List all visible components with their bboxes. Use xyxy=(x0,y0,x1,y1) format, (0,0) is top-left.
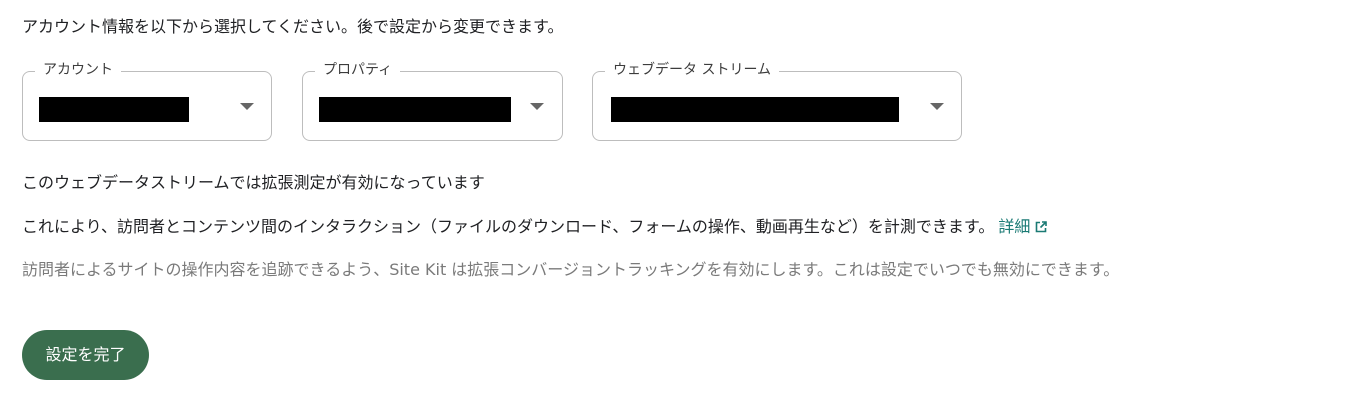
learn-more-link[interactable]: 詳細 xyxy=(998,217,1048,236)
chevron-down-icon[interactable] xyxy=(240,103,254,110)
complete-setup-button[interactable]: 設定を完了 xyxy=(22,330,149,380)
learn-more-label: 詳細 xyxy=(998,217,1031,236)
property-select[interactable]: プロパティ xyxy=(302,60,563,141)
setup-instructions: アカウント情報を以下から選択してください。後で設定から変更できます。 xyxy=(22,17,564,36)
account-select-value-redacted xyxy=(39,97,189,122)
web-data-stream-select-value-redacted xyxy=(611,97,899,122)
property-select-label: プロパティ xyxy=(315,60,401,80)
enhanced-measurement-heading: このウェブデータストリームでは拡張測定が有効になっています xyxy=(22,173,485,192)
web-data-stream-select[interactable]: ウェブデータ ストリーム xyxy=(592,60,962,141)
enhanced-measurement-description: これにより、訪問者とコンテンツ間のインタラクション（ファイルのダウンロード、フォ… xyxy=(22,217,995,236)
account-select-label: アカウント xyxy=(35,60,121,80)
chevron-down-icon[interactable] xyxy=(930,103,944,110)
account-select[interactable]: アカウント xyxy=(22,60,272,141)
conversion-tracking-note: 訪問者によるサイトの操作内容を追跡できるよう、Site Kit は拡張コンバージ… xyxy=(22,260,1120,279)
enhanced-measurement-description-row: これにより、訪問者とコンテンツ間のインタラクション（ファイルのダウンロード、フォ… xyxy=(22,216,1048,238)
web-data-stream-select-label: ウェブデータ ストリーム xyxy=(605,60,780,80)
external-link-icon xyxy=(1036,221,1048,233)
chevron-down-icon[interactable] xyxy=(530,103,544,110)
property-select-value-redacted xyxy=(319,97,511,122)
